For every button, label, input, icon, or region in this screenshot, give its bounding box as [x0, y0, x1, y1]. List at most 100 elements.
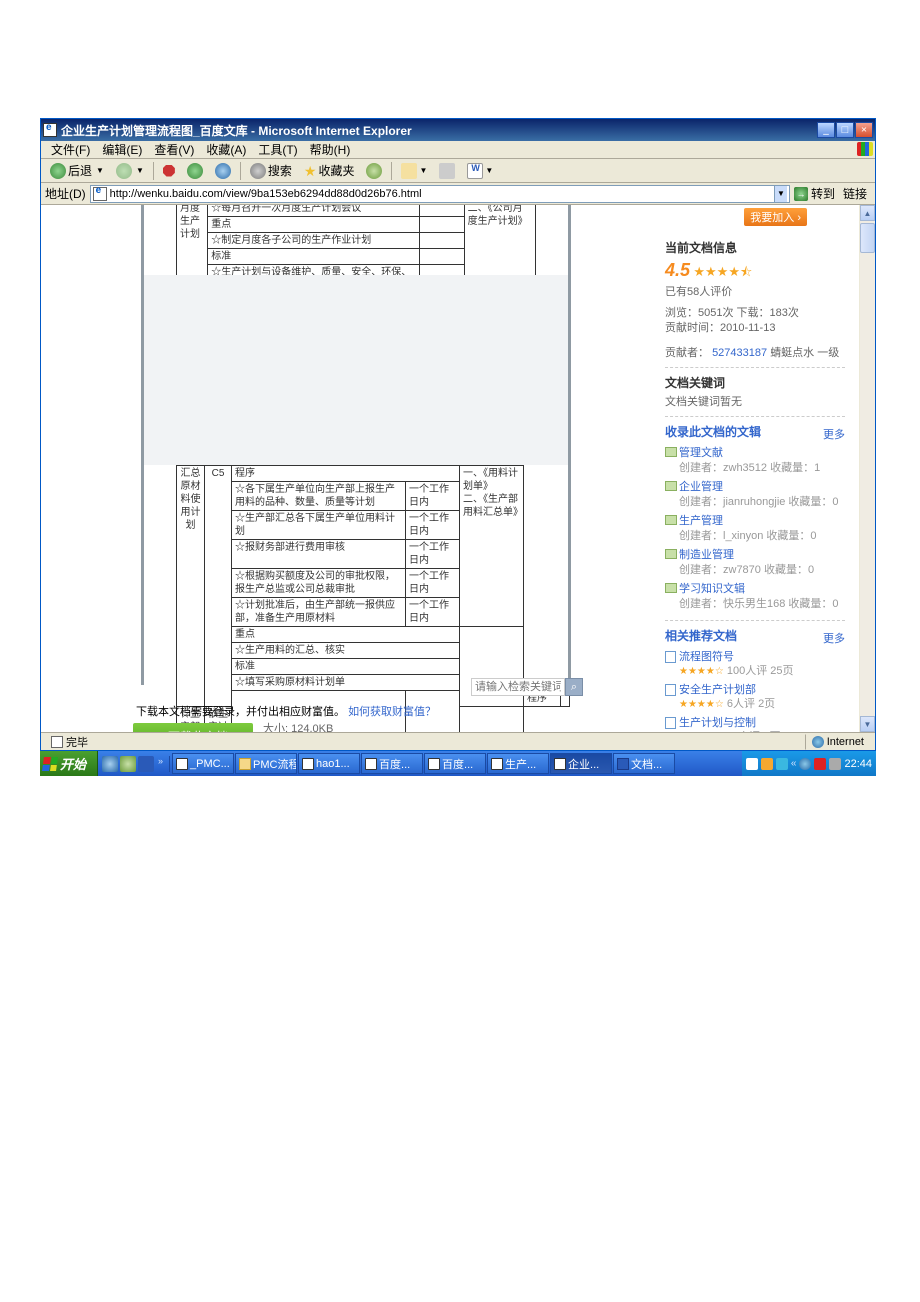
contributor-link[interactable]: 527433187: [712, 347, 767, 359]
status-zone: Internet: [805, 734, 871, 750]
tray-icon-2[interactable]: [761, 758, 773, 770]
taskbar-task[interactable]: 百度...: [424, 753, 486, 774]
windows-flag-icon: [857, 142, 873, 156]
menu-tools[interactable]: 工具(T): [252, 141, 303, 158]
doc-search-button[interactable]: ⌕: [565, 678, 583, 696]
globe-icon: [812, 736, 824, 748]
tray-icon-3[interactable]: [776, 758, 788, 770]
related-more[interactable]: 更多: [823, 630, 845, 646]
folder-item[interactable]: 制造业管理创建者：zw7870 收藏量：0: [665, 546, 845, 580]
download-button[interactable]: ↓下载此文档: [133, 723, 253, 732]
favorites-button[interactable]: ★收藏夹: [299, 160, 360, 181]
scroll-down-button[interactable]: ▼: [860, 716, 875, 732]
go-icon: →: [794, 187, 808, 201]
go-button[interactable]: →转到: [794, 185, 835, 202]
taskbar-task[interactable]: _PMC...: [172, 753, 234, 774]
join-button[interactable]: 我要加入 ›: [744, 208, 807, 226]
quick-launch: »: [98, 756, 170, 772]
folders-more[interactable]: 更多: [823, 426, 845, 442]
folder-item[interactable]: 企业管理创建者：jianruhongjie 收藏量：0: [665, 478, 845, 512]
tray-icon-6[interactable]: [829, 758, 841, 770]
close-button[interactable]: ×: [855, 122, 873, 138]
print-button[interactable]: [434, 161, 460, 181]
links-label[interactable]: 链接: [839, 185, 871, 202]
ie-page-icon: [43, 123, 57, 137]
print-icon: [439, 163, 455, 179]
tray-icon-1[interactable]: [746, 758, 758, 770]
menu-favorites[interactable]: 收藏(A): [200, 141, 252, 158]
back-button[interactable]: 后退▼: [45, 160, 109, 181]
refresh-button[interactable]: [182, 161, 208, 181]
doc-search: ⌕: [471, 678, 583, 696]
ql-expand[interactable]: »: [156, 756, 165, 772]
taskbar-task[interactable]: 生产...: [487, 753, 549, 774]
keywords-body: 文档关键词暂无: [665, 395, 845, 410]
wealth-link[interactable]: 如何获取财富值？: [348, 706, 436, 718]
doc-info-box: 当前文档信息 4.5 ★★★★⯪ 已有58人评价 浏览：5051次 下载：183…: [665, 233, 845, 368]
rating-count: 已有58人评价: [665, 285, 845, 300]
address-label: 地址(D): [45, 185, 86, 202]
history-button[interactable]: [361, 161, 387, 181]
minimize-button[interactable]: _: [817, 122, 835, 138]
sidebar: 我要加入 › 当前文档信息 4.5 ★★★★⯪ 已有58人评价 浏览：5051次…: [665, 205, 845, 732]
doc-info-heading: 当前文档信息: [665, 239, 845, 256]
taskbar-task[interactable]: 文档...: [613, 753, 675, 774]
clock[interactable]: 22:44: [844, 758, 872, 770]
desktop-quick-icon[interactable]: [120, 756, 136, 772]
window-controls: _ □ ×: [817, 122, 873, 138]
folders-heading[interactable]: 收录此文档的文辑: [665, 423, 761, 440]
tray-icon-5[interactable]: [814, 758, 826, 770]
folder-item[interactable]: 管理文献创建者：zwh3512 收藏量：1: [665, 444, 845, 478]
search-button[interactable]: 搜索: [245, 160, 297, 181]
star-icon: ★: [304, 164, 317, 178]
taskbar-task[interactable]: hao1...: [298, 753, 360, 774]
system-tray[interactable]: « 22:44: [742, 751, 876, 776]
scroll-up-button[interactable]: ▲: [860, 205, 875, 221]
menu-edit[interactable]: 编辑(E): [96, 141, 148, 158]
menu-file[interactable]: 文件(F): [45, 141, 96, 158]
done-icon: [51, 736, 63, 748]
tray-icon-4[interactable]: [799, 758, 811, 770]
taskbar-task[interactable]: 企业...: [550, 753, 612, 774]
refresh-icon: [187, 163, 203, 179]
related-item[interactable]: 流程图符号★★★★☆ 100人评 25页: [665, 648, 845, 681]
keywords-heading: 文档关键词: [665, 374, 845, 391]
related-item[interactable]: 生产计划与控制★★★★☆ 11人评 7页: [665, 714, 845, 732]
page-gap: [141, 275, 571, 465]
mail-button[interactable]: ▼: [396, 161, 432, 181]
related-box: 相关推荐文档 更多 流程图符号★★★★☆ 100人评 25页安全生产计划部★★★★…: [665, 621, 845, 732]
page-icon: [93, 187, 107, 201]
doc-page-2: 汇总原材料使用计划C5程序一、《用料计划单》 二、《生产部用料汇总单》 ☆各下属…: [141, 465, 571, 685]
taskbar: 开始 » _PMC...PMC流程hao1...百度...百度...生产...企…: [40, 751, 876, 776]
forward-button[interactable]: ▼: [111, 161, 149, 181]
menu-view[interactable]: 查看(V): [148, 141, 200, 158]
forward-icon: [116, 163, 132, 179]
edit-button[interactable]: W▼: [462, 161, 498, 181]
folder-item[interactable]: 学习知识文辑创建者：快乐男生168 收藏量：0: [665, 580, 845, 614]
taskbar-task[interactable]: 百度...: [361, 753, 423, 774]
app-quick-icon[interactable]: [138, 756, 154, 772]
related-item[interactable]: 安全生产计划部★★★★☆ 6人评 2页: [665, 681, 845, 714]
folder-item[interactable]: 生产管理创建者：l_xinyon 收藏量：0: [665, 512, 845, 546]
tray-expand[interactable]: «: [791, 758, 797, 769]
document-viewer[interactable]: 月度生产计划☆每月召开一次月度生产计划会议二、《公司月度生产计划》 重点 ☆制定…: [41, 205, 581, 732]
address-input[interactable]: http://wenku.baidu.com/view/9ba153eb6294…: [90, 185, 790, 203]
vertical-scrollbar[interactable]: ▲ ▼: [859, 205, 875, 732]
mail-icon: [401, 163, 417, 179]
address-dropdown[interactable]: ▼: [774, 186, 787, 202]
doc-page-1: 月度生产计划☆每月召开一次月度生产计划会议二、《公司月度生产计划》 重点 ☆制定…: [141, 205, 571, 280]
maximize-button[interactable]: □: [836, 122, 854, 138]
taskbar-task[interactable]: PMC流程: [235, 753, 297, 774]
doc-search-input[interactable]: [471, 678, 565, 696]
download-meta: 大小: 124.0KB所需财富值: ●5: [263, 722, 337, 732]
menu-help[interactable]: 帮助(H): [304, 141, 357, 158]
related-heading[interactable]: 相关推荐文档: [665, 627, 737, 644]
status-done: 完毕: [45, 734, 95, 750]
ie-quick-icon[interactable]: [102, 756, 118, 772]
titlebar[interactable]: 企业生产计划管理流程图_百度文库 - Microsoft Internet Ex…: [41, 119, 875, 141]
stop-button[interactable]: [158, 163, 180, 179]
start-button[interactable]: 开始: [40, 751, 98, 776]
menubar: 文件(F) 编辑(E) 查看(V) 收藏(A) 工具(T) 帮助(H): [41, 141, 875, 159]
scroll-thumb[interactable]: [860, 223, 875, 253]
home-button[interactable]: [210, 161, 236, 181]
